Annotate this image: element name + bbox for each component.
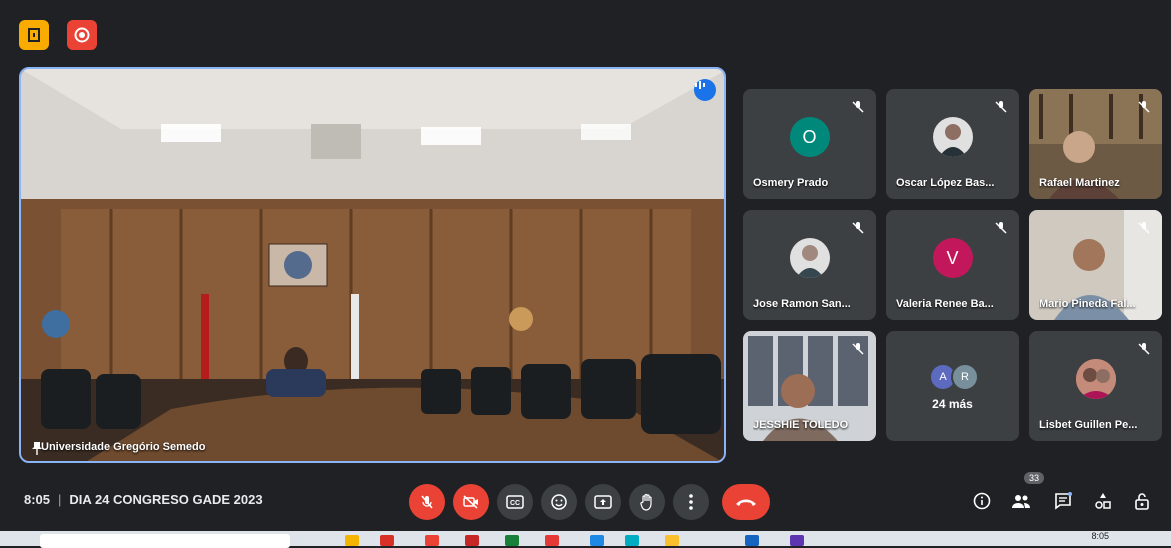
participant-name: Oscar López Bas...	[896, 177, 995, 189]
main-video-name: Universidade Gregório Semedo	[41, 441, 206, 453]
mic-off-icon	[1138, 222, 1150, 234]
record-icon[interactable]	[67, 20, 97, 50]
participant-name: Osmery Prado	[753, 177, 829, 189]
more-options-icon	[689, 494, 693, 510]
taskbar-clock[interactable]: 8:05	[1091, 531, 1109, 541]
avatar	[1075, 359, 1116, 399]
avatar: V	[932, 238, 973, 278]
conference-room-image	[21, 69, 724, 461]
activities-icon	[1095, 493, 1111, 509]
avatar	[932, 117, 973, 157]
taskbar-app-icon[interactable]	[625, 535, 639, 546]
taskbar-app-icon[interactable]	[590, 535, 604, 546]
raise-hand-button[interactable]	[629, 484, 665, 520]
info-button[interactable]	[969, 488, 995, 514]
mic-off-icon	[852, 222, 864, 234]
taskbar-app-icon[interactable]	[345, 535, 359, 546]
host-controls-button[interactable]	[1129, 488, 1155, 514]
meeting-info: 8:05 | DIA 24 CONGRESO GADE 2023	[24, 492, 263, 507]
participant-tile[interactable]: O Osmery Prado	[743, 89, 876, 199]
taskbar-app-icon[interactable]	[505, 535, 519, 546]
participant-name: Mario Pineda Fal...	[1039, 298, 1136, 310]
end-call-icon	[736, 499, 756, 506]
avatar: O	[789, 117, 830, 157]
mic-off-icon	[1138, 101, 1150, 113]
meeting-time: 8:05	[24, 492, 51, 507]
host-controls-icon	[1135, 493, 1149, 510]
taskbar-app-icon[interactable]	[380, 535, 394, 546]
participant-tile[interactable]: JESSHIE TOLEDO	[743, 331, 876, 441]
taskbar-app-icon[interactable]	[545, 535, 559, 546]
present-icon	[594, 495, 612, 509]
participant-name: JESSHIE TOLEDO	[753, 419, 849, 431]
avatar	[789, 238, 830, 278]
present-button[interactable]	[585, 484, 621, 520]
taskbar-app-icon[interactable]	[790, 535, 804, 546]
svg-text:CC: CC	[510, 500, 520, 507]
camera-off-icon	[463, 495, 478, 509]
more-participants-label: 24 más	[932, 397, 973, 411]
avatar: R	[951, 363, 979, 391]
taskbar-app-icon[interactable]	[745, 535, 759, 546]
participant-name: Jose Ramon San...	[753, 298, 851, 310]
taskbar-app-icon[interactable]	[465, 535, 479, 546]
more-participants-tile[interactable]: A R 24 más	[886, 331, 1019, 441]
mic-off-icon	[995, 222, 1007, 234]
captions-icon: CC	[506, 495, 524, 509]
camera-toggle-button[interactable]	[453, 484, 489, 520]
emoji-button[interactable]	[541, 484, 577, 520]
participant-tile[interactable]: Oscar López Bas...	[886, 89, 1019, 199]
mic-off-icon	[852, 343, 864, 355]
mic-off-icon	[995, 101, 1007, 113]
people-icon	[1012, 495, 1030, 508]
taskbar-app-icon[interactable]	[665, 535, 679, 546]
captions-button[interactable]: CC	[497, 484, 533, 520]
bottom-control-bar: 8:05 | DIA 24 CONGRESO GADE 2023 CC 33	[0, 472, 1171, 528]
mic-toggle-button[interactable]	[409, 484, 445, 520]
people-count-badge: 33	[1024, 472, 1045, 484]
participant-name: Valeria Renee Ba...	[896, 298, 994, 310]
participant-tile[interactable]: Lisbet Guillen Pe...	[1029, 331, 1162, 441]
people-button[interactable]	[1008, 488, 1034, 514]
participant-name: Lisbet Guillen Pe...	[1039, 419, 1138, 431]
raise-hand-icon	[640, 493, 652, 511]
taskbar-app-icon[interactable]	[425, 535, 439, 546]
speaking-indicator-icon	[694, 79, 716, 101]
end-call-button[interactable]	[722, 484, 770, 520]
main-video-label: Universidade Gregório Semedo	[31, 441, 206, 455]
chat-button[interactable]	[1050, 488, 1076, 514]
main-video-tile[interactable]: Universidade Gregório Semedo	[19, 67, 726, 463]
participant-tile[interactable]: V Valeria Renee Ba...	[886, 210, 1019, 320]
activities-button[interactable]	[1090, 488, 1116, 514]
mic-off-icon	[421, 495, 433, 509]
participant-tile[interactable]: Rafael Martinez	[1029, 89, 1162, 199]
mic-off-icon	[1138, 343, 1150, 355]
meeting-title: DIA 24 CONGRESO GADE 2023	[69, 492, 263, 507]
os-taskbar: 8:05	[0, 531, 1171, 548]
info-icon	[973, 492, 991, 510]
chat-icon	[1055, 492, 1072, 510]
door-icon[interactable]	[19, 20, 49, 50]
emoji-icon	[551, 494, 567, 510]
participant-tile[interactable]: Jose Ramon San...	[743, 210, 876, 320]
participant-tile[interactable]: Mario Pineda Fal...	[1029, 210, 1162, 320]
participant-name: Rafael Martinez	[1039, 177, 1120, 189]
mic-off-icon	[852, 101, 864, 113]
more-options-button[interactable]	[673, 484, 709, 520]
